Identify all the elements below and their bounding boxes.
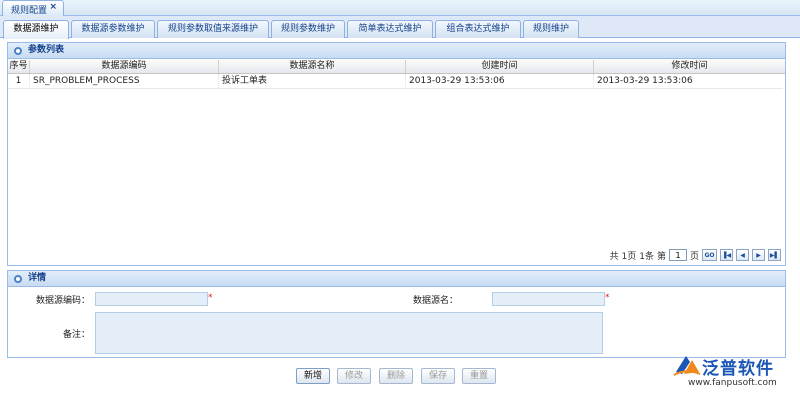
code-required-mark: * xyxy=(208,293,213,303)
edit-button[interactable]: 修改 xyxy=(337,368,371,384)
reset-button[interactable]: 重置 xyxy=(462,368,496,384)
logo-text: 泛普软件 xyxy=(702,359,774,379)
page-suffix: 页 xyxy=(689,251,699,262)
tab-rule-config[interactable]: 规则配置 × xyxy=(2,0,64,16)
tab-param-value-source[interactable]: 规则参数取值来源维护 xyxy=(157,20,269,38)
column-header-created[interactable]: 创建时间 xyxy=(406,60,594,73)
delete-button[interactable]: 删除 xyxy=(379,368,413,384)
name-required-mark: * xyxy=(605,293,610,303)
tab-datasource-params[interactable]: 数据源参数维护 xyxy=(71,20,155,38)
prev-page-icon[interactable]: ◀ xyxy=(736,249,749,261)
next-page-icon[interactable]: ▶ xyxy=(752,249,765,261)
tab-combined-expression[interactable]: 组合表达式维护 xyxy=(435,20,521,38)
add-button[interactable]: 新增 xyxy=(296,368,330,384)
name-label: 数据源名： xyxy=(412,296,458,306)
last-page-icon[interactable]: ▶▌ xyxy=(768,249,781,261)
row-created: 2013-03-29 13:53:06 xyxy=(406,74,594,88)
logo-mark-icon xyxy=(673,356,701,376)
detail-header: 详情 xyxy=(8,271,785,287)
grid-header: 序号 数据源编码 数据源名称 创建时间 修改时间 xyxy=(8,60,785,74)
row-code: SR_PROBLEM_PROCESS xyxy=(30,74,219,88)
tab-rule-params[interactable]: 规则参数维护 xyxy=(271,20,345,38)
go-button[interactable]: GO xyxy=(702,249,717,261)
row-name: 投诉工单表 xyxy=(219,74,406,88)
param-list-header: 参数列表 xyxy=(8,43,785,59)
code-label: 数据源编码： xyxy=(35,296,90,306)
table-row[interactable]: 1 SR_PROBLEM_PROCESS 投诉工单表 2013-03-29 13… xyxy=(8,74,783,89)
panel-toggle-icon[interactable] xyxy=(14,47,22,55)
row-no: 1 xyxy=(8,74,30,88)
param-list-panel: 参数列表 序号 数据源编码 数据源名称 创建时间 修改时间 1 SR_PROBL… xyxy=(7,42,786,266)
first-page-icon[interactable]: ▐◀ xyxy=(720,249,733,261)
panel-toggle-icon[interactable] xyxy=(14,275,22,283)
name-field[interactable] xyxy=(492,292,605,306)
column-header-no[interactable]: 序号 xyxy=(8,60,30,73)
tab-datasource[interactable]: 数据源维护 xyxy=(3,20,69,39)
logo-url: www.fanpusoft.com xyxy=(688,378,777,388)
column-header-code[interactable]: 数据源编码 xyxy=(30,60,219,73)
inner-tab-bar: 数据源维护 数据源参数维护 规则参数取值来源维护 规则参数维护 简单表达式维护 … xyxy=(0,16,800,39)
param-list-title: 参数列表 xyxy=(28,45,65,55)
close-icon[interactable]: × xyxy=(49,2,57,12)
brand-logo: 泛普软件 www.fanpusoft.com xyxy=(672,352,796,392)
tab-rule-maintenance[interactable]: 规则维护 xyxy=(523,20,579,38)
row-modified: 2013-03-29 13:53:06 xyxy=(597,76,693,86)
remark-label: 备注： xyxy=(62,330,90,340)
tab-rule-config-label: 规则配置 xyxy=(11,6,48,16)
total-pages-text: 共 1页 xyxy=(609,251,637,262)
column-header-name[interactable]: 数据源名称 xyxy=(219,60,406,73)
total-items-text: 1条 xyxy=(639,251,654,262)
remark-field[interactable] xyxy=(95,312,603,354)
page-number-input[interactable] xyxy=(668,249,687,261)
page-prefix: 第 xyxy=(656,251,666,262)
detail-title: 详情 xyxy=(28,273,47,283)
code-field[interactable] xyxy=(95,292,208,306)
column-header-modified[interactable]: 修改时间 xyxy=(594,60,785,73)
outer-tab-bar: 规则配置 × xyxy=(0,0,800,16)
tab-simple-expression[interactable]: 简单表达式维护 xyxy=(347,20,433,38)
pagination-bar: 共 1页 1条 第 页 GO ▐◀ ◀ ▶ ▶▌ xyxy=(610,248,781,262)
save-button[interactable]: 保存 xyxy=(421,368,455,384)
